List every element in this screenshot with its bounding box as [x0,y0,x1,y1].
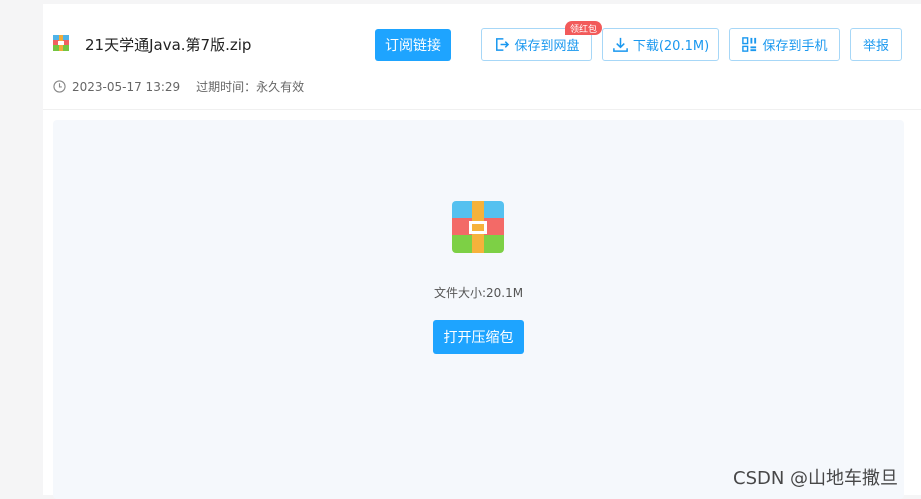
report-label: 举报 [862,39,889,54]
file-size-text: 文件大小:20.1M [433,286,524,300]
zip-archive-icon [452,201,504,253]
expiry-value: 永久有效 [256,80,305,94]
red-packet-badge: 领红包 [565,21,603,35]
header-divider [43,109,921,110]
save-to-cloud-label: 保存到网盘 [514,39,580,54]
report-button[interactable]: 举报 [850,28,902,61]
subscribe-link-button[interactable]: 订阅链接 [375,29,451,61]
file-detail-card: 21天学通Java.第7版.zip 订阅链接 保存到网盘 领红包 下载(20.1… [43,4,921,499]
download-button[interactable]: 下载(20.1M) [602,28,719,61]
save-to-phone-label: 保存到手机 [762,39,828,54]
upload-date: 2023-05-17 13:29 [72,79,181,94]
file-name: 21天学通Java.第7版.zip [85,36,252,54]
clock-icon [53,80,66,93]
qr-code-icon [742,37,757,52]
archive-preview-panel: 文件大小:20.1M 打开压缩包 [53,120,904,499]
expiry-label: 过期时间： [196,80,257,94]
open-archive-button[interactable]: 打开压缩包 [433,320,524,354]
file-meta: 2023-05-17 13:29 过期时间： 永久有效 [53,78,304,95]
download-label: 下载(20.1M) [632,39,710,54]
save-to-phone-button[interactable]: 保存到手机 [729,28,840,61]
download-icon [612,37,628,52]
csdn-watermark: CSDN @山地车撒旦 [733,468,899,489]
zip-archive-icon [53,35,69,51]
save-to-cloud-icon [496,38,510,51]
